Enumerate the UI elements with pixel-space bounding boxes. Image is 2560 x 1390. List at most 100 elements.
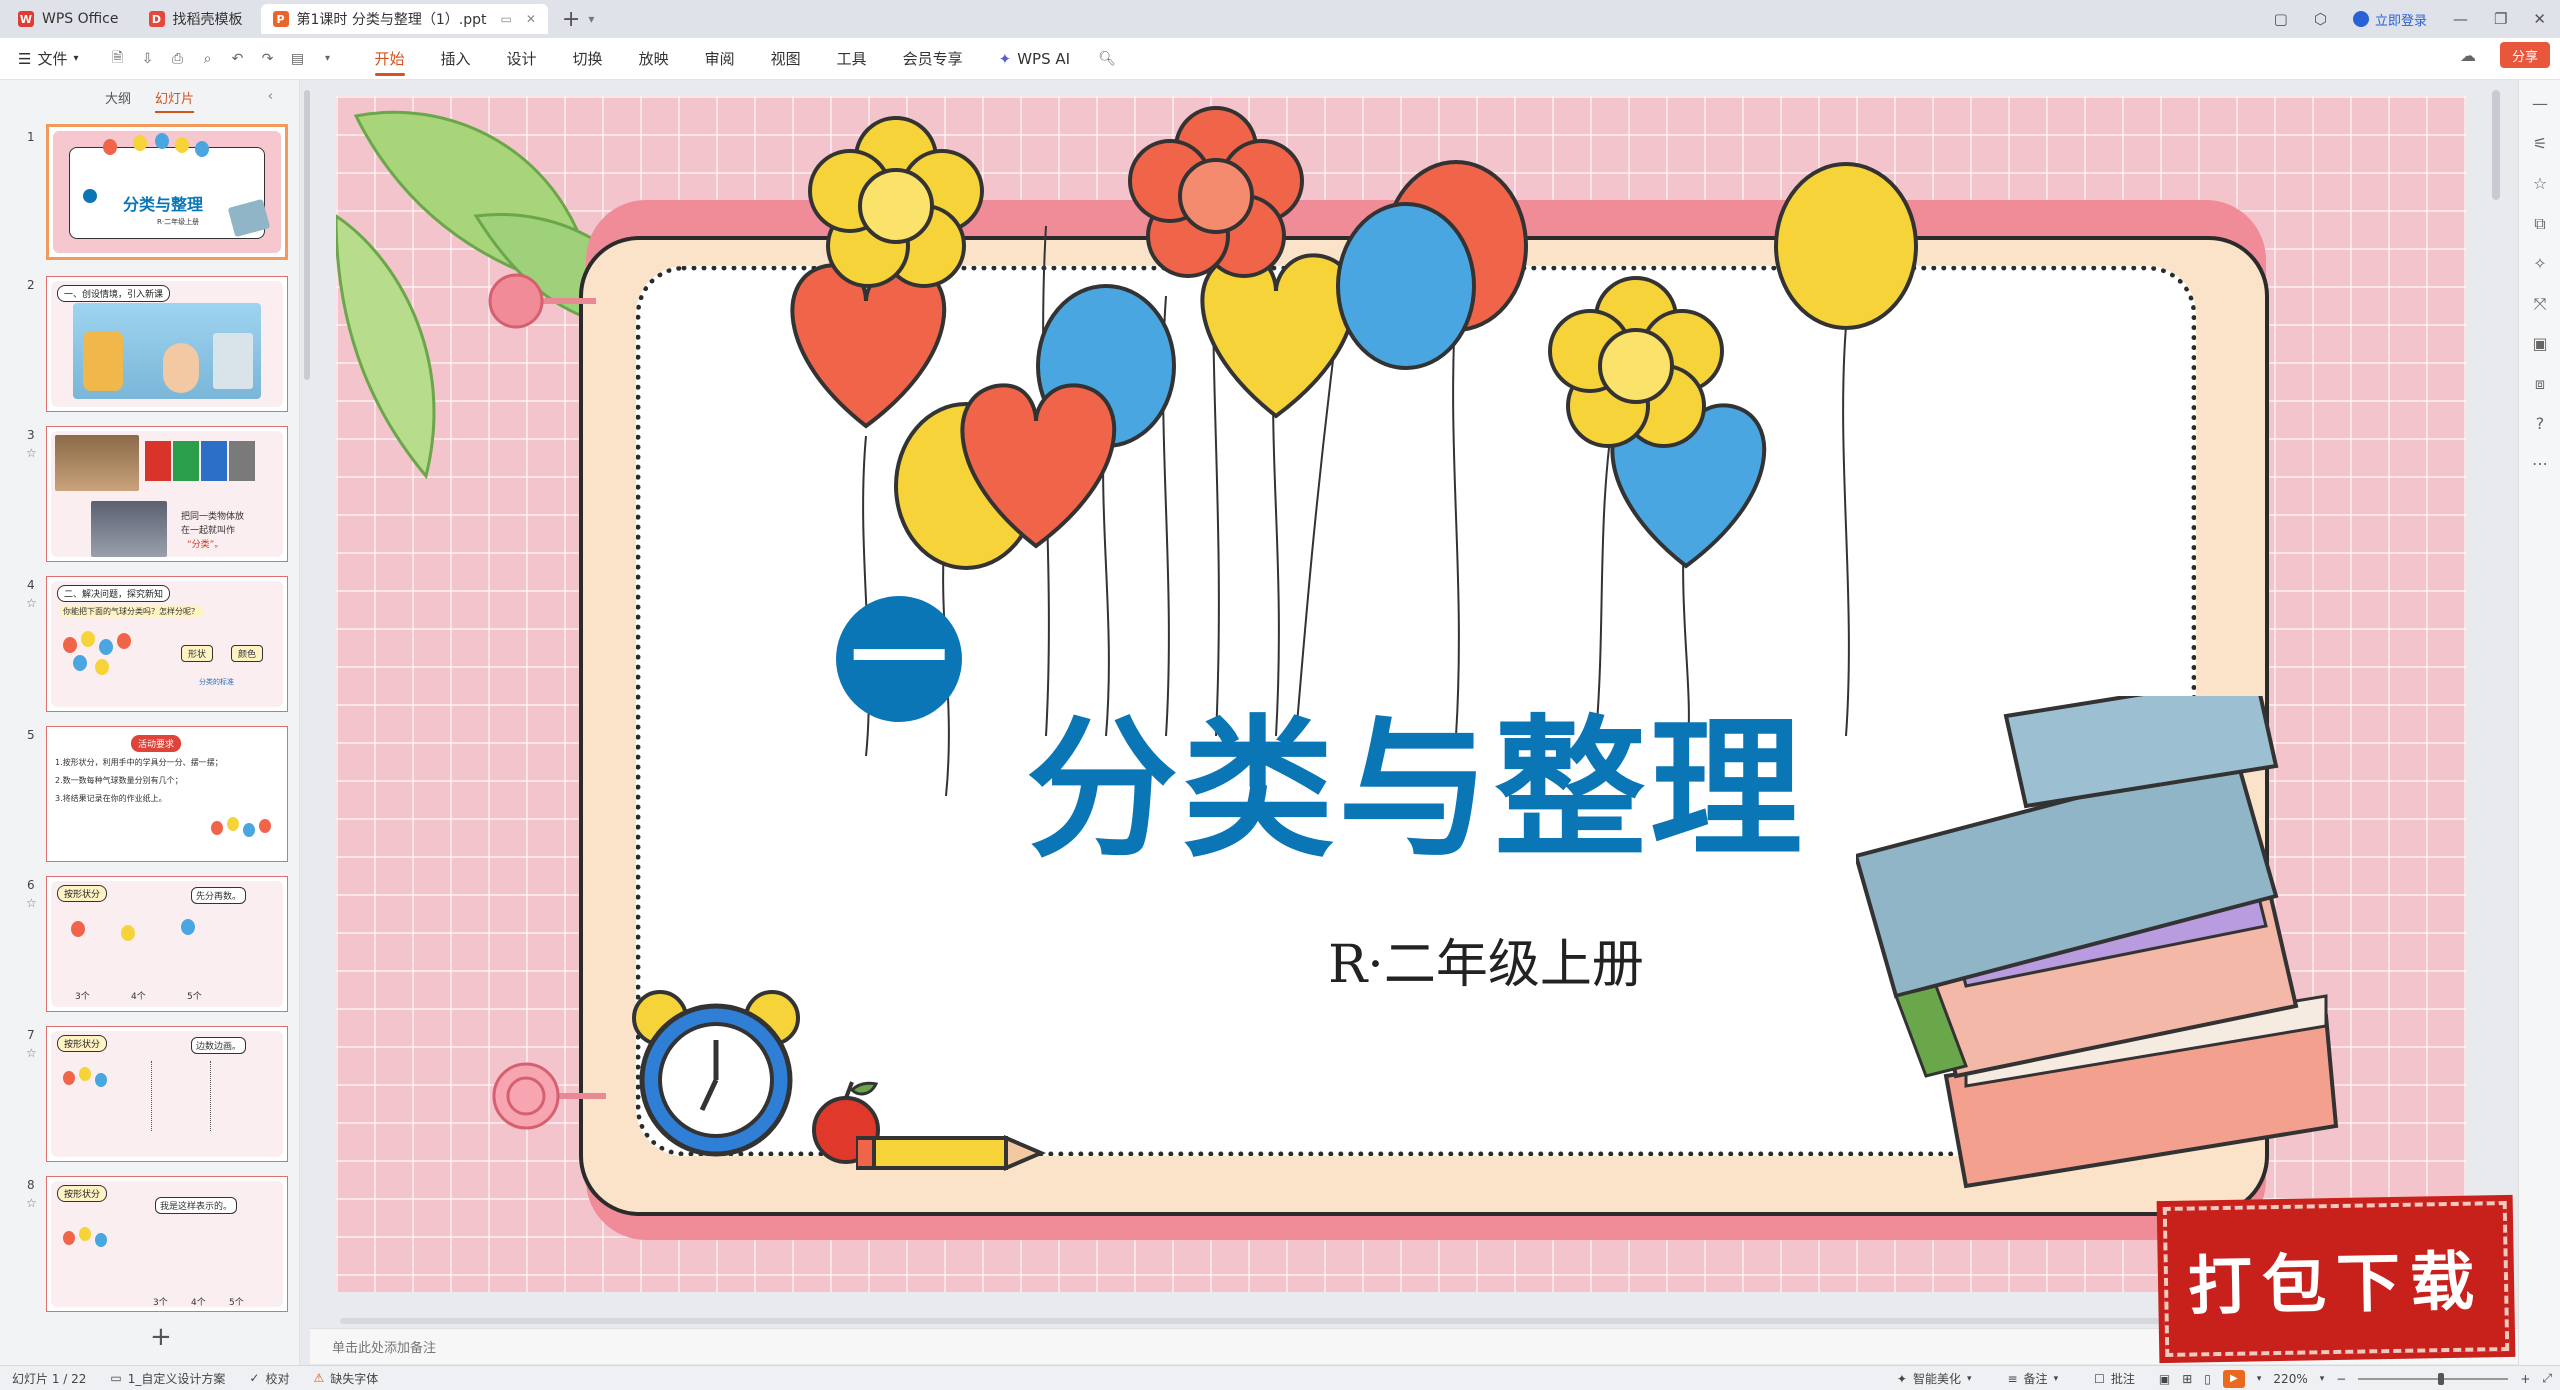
slide-thumbnail-4[interactable]: 二、解决问题，探究新知 你能把下面的气球分类吗？怎样分呢？ 形状 颜色 分类的标… (46, 576, 288, 712)
slide-thumbnail-7[interactable]: 按形状分 边数边画。 (46, 1026, 288, 1162)
transform-icon[interactable]: ⤧ (2530, 294, 2550, 314)
menu-review[interactable]: 审阅 (687, 38, 753, 80)
cartoon-scene-image (73, 303, 261, 399)
zoom-level[interactable]: 220% (2273, 1372, 2307, 1386)
monitor-icon[interactable]: ▭ (500, 12, 511, 26)
docer-logo-icon: D (148, 11, 165, 27)
thumb-header: 一、创设情境，引入新课 (57, 285, 171, 302)
adjust-icon[interactable]: ⚟ (2530, 134, 2550, 154)
slide-thumbnail-8[interactable]: 按形状分 我是这样表示的。 3个 4个 5个 (46, 1176, 288, 1312)
help-icon[interactable]: ? (2530, 414, 2550, 434)
tab-current-document[interactable]: P 第1课时 分类与整理（1）.ppt ▭ ✕ (260, 4, 548, 34)
tab-template[interactable]: D 找稻壳模板 (137, 4, 255, 34)
zoom-slider[interactable] (2358, 1372, 2509, 1385)
share-button[interactable]: 分享 (2499, 42, 2550, 68)
theme-name[interactable]: ▭ 1_自定义设计方案 (98, 1370, 237, 1387)
collapse-panel-icon[interactable]: ‹ (268, 89, 273, 104)
blue-bin (201, 441, 227, 481)
login-button[interactable]: 立即登录 (2352, 10, 2427, 29)
missing-font-button[interactable]: ⚠ 缺失字体 (301, 1370, 390, 1387)
cloud-sync-icon[interactable]: ☁ (2460, 46, 2476, 65)
star-icon[interactable]: ☆ (2530, 174, 2550, 194)
menu-view[interactable]: 视图 (753, 38, 819, 80)
menu-design[interactable]: 设计 (489, 38, 555, 80)
balloon-icon (63, 637, 77, 653)
tab-outline[interactable]: 大纲 (105, 88, 131, 107)
close-tab-icon[interactable]: ✕ (526, 12, 536, 26)
slide-subtitle[interactable]: R·二年级上册 (1276, 934, 1696, 996)
print-preview-icon[interactable]: ⌕ (199, 51, 217, 67)
wps-logo-icon: W (18, 11, 34, 27)
menu-home[interactable]: 开始 (357, 38, 423, 80)
magic-icon[interactable]: ✧ (2530, 254, 2550, 274)
slide-thumbnail-6[interactable]: 按形状分 先分再数。 3个 4个 5个 (46, 876, 288, 1012)
current-slide[interactable]: 一 分类与整理 R·二年级上册 (336, 96, 2466, 1292)
slide-title[interactable]: 分类与整理 (1016, 706, 1816, 873)
beautify-button[interactable]: ✦ 智能美化 ▾ (1885, 1370, 1984, 1387)
redo-icon[interactable]: ↷ (259, 51, 277, 67)
layout-icon[interactable]: ▢ (2274, 10, 2288, 28)
undo-icon[interactable]: ↶ (229, 51, 247, 67)
slide-thumbnail-5[interactable]: 活动要求 1.按形状分，利用手中的学具分一分、摆一摆； 2.数一数每种气球数量分… (46, 726, 288, 862)
tab-list-chevron-icon[interactable]: ▾ (588, 12, 594, 26)
minimize-icon[interactable]: — (2453, 10, 2468, 28)
print-icon[interactable]: ⎙ (169, 51, 187, 67)
canvas-horizontal-scrollbar[interactable] (340, 1318, 2220, 1324)
menu-wps-ai[interactable]: ✦ WPS AI (981, 38, 1088, 80)
normal-view-icon[interactable]: ▣ (2159, 1372, 2170, 1386)
new-tab-icon[interactable]: + (562, 7, 580, 32)
save-icon[interactable]: 🗎 (109, 47, 127, 71)
add-slide-icon[interactable]: + (150, 1322, 172, 1352)
star-icon[interactable]: ☆ (26, 596, 37, 610)
chevron-down-icon[interactable]: ▾ (2257, 1374, 2262, 1384)
zoom-slider-knob[interactable] (2437, 1372, 2444, 1385)
zoom-out-icon[interactable]: − (2336, 1372, 2346, 1386)
canvas-vertical-scrollbar[interactable] (2492, 90, 2500, 200)
menu-tools[interactable]: 工具 (819, 38, 885, 80)
cartoon-character (83, 331, 123, 391)
balloon-icon (79, 1067, 91, 1081)
export-pdf-icon[interactable]: ⇩ (139, 51, 157, 67)
balloon-icon (63, 1231, 75, 1245)
notes-toggle-button[interactable]: ≡ 备注 ▾ (1995, 1370, 2070, 1387)
reading-view-icon[interactable]: ▯ (2204, 1372, 2211, 1386)
chevron-down-icon[interactable]: ▾ (2320, 1374, 2325, 1384)
menu-insert[interactable]: 插入 (423, 38, 489, 80)
thumb-count: 3个 (75, 992, 90, 1002)
comments-button[interactable]: ☐ 批注 (2082, 1370, 2147, 1387)
cartoon-cabinet (213, 333, 253, 389)
cube-icon[interactable]: ⬡ (2314, 10, 2327, 28)
menu-transitions[interactable]: 切换 (555, 38, 621, 80)
search-icon[interactable]: 🔍︎ (1098, 51, 1116, 67)
proofread-button[interactable]: ✓ 校对 (237, 1370, 301, 1387)
menu-slideshow[interactable]: 放映 (621, 38, 687, 80)
slide-thumbnail-3[interactable]: 把同一类物体放 在一起就叫作 “分类”。 (46, 426, 288, 562)
star-icon[interactable]: ☆ (26, 446, 37, 460)
tab-wps-office[interactable]: W WPS Office (6, 4, 131, 34)
thumb-speech-bubble: 边数边画。 (191, 1037, 247, 1054)
slide-thumbnail-1[interactable]: 分类与整理 R·二年级上册 (46, 124, 288, 260)
collapse-sidebar-icon[interactable]: — (2530, 94, 2550, 114)
menu-label: 切换 (572, 50, 603, 68)
zoom-in-icon[interactable]: + (2520, 1372, 2530, 1386)
menu-member[interactable]: 会员专享 (885, 38, 981, 80)
copy-icon[interactable]: ⧉ (2530, 214, 2550, 234)
quick-access-chevron-icon[interactable]: ▾ (319, 53, 337, 64)
download-stamp[interactable]: 打包下载 (2156, 1194, 2516, 1364)
star-icon[interactable]: ☆ (26, 1046, 37, 1060)
more-icon[interactable]: ⋯ (2530, 454, 2550, 474)
slide-thumbnail-2[interactable]: 一、创设情境，引入新课 (46, 276, 288, 412)
sorter-view-icon[interactable]: ⊞ (2182, 1372, 2192, 1386)
picture-icon[interactable]: ▣ (2530, 334, 2550, 354)
layers-icon[interactable]: ⧈ (2530, 374, 2550, 394)
star-icon[interactable]: ☆ (26, 896, 37, 910)
restore-icon[interactable]: ❐ (2494, 10, 2507, 28)
fit-window-icon[interactable]: ⤢ (2542, 1371, 2552, 1386)
close-window-icon[interactable]: ✕ (2533, 10, 2546, 28)
shelf-photo (55, 435, 139, 491)
file-menu[interactable]: ☰ 文件 ▾ (0, 38, 97, 80)
format-painter-icon[interactable]: ▤ (289, 51, 307, 67)
star-icon[interactable]: ☆ (26, 1196, 37, 1210)
tab-slides[interactable]: 幻灯片 (155, 88, 195, 113)
play-slideshow-icon[interactable]: ▶ (2222, 1369, 2245, 1388)
